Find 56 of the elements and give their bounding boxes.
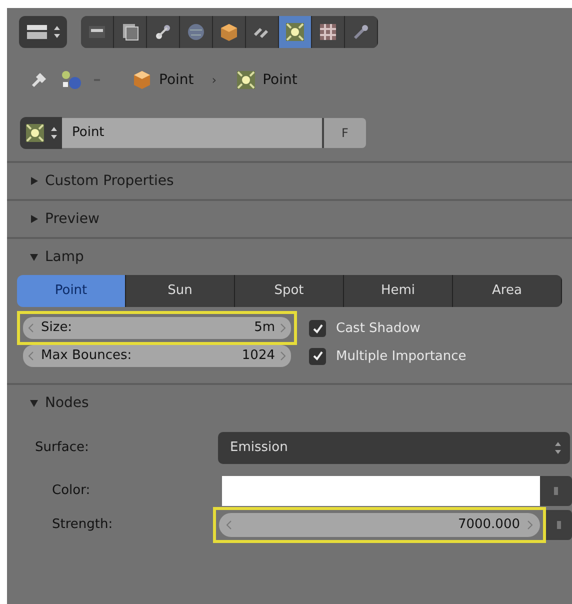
lamp-type-tab[interactable]: Point xyxy=(17,275,126,307)
socket-icon xyxy=(555,520,563,530)
number-field[interactable]: 7000.000 xyxy=(219,513,540,537)
surface-dropdown[interactable]: Emission xyxy=(218,432,570,464)
lamp-type-tab[interactable]: Spot xyxy=(235,275,344,307)
tab-button[interactable] xyxy=(114,16,147,48)
checkmark-icon xyxy=(312,322,324,335)
checkbox-label: Multiple Importance xyxy=(336,348,466,366)
tab-button[interactable] xyxy=(213,16,246,48)
tab-button[interactable] xyxy=(147,16,180,48)
number-field[interactable]: Max Bounces: 1024 xyxy=(23,345,291,367)
checkbox-row[interactable]: Cast Shadow xyxy=(309,319,466,338)
panel-title[interactable]: Preview xyxy=(45,208,100,230)
socket-button[interactable] xyxy=(540,476,572,506)
socket-button[interactable] xyxy=(546,510,572,540)
checkbox[interactable] xyxy=(309,320,326,338)
checkbox-row[interactable]: Multiple Importance xyxy=(309,346,466,366)
datablock-browse-button[interactable] xyxy=(20,117,62,149)
checkbox[interactable] xyxy=(309,348,326,365)
lamp-icon xyxy=(284,20,306,42)
panel-title[interactable]: Custom Properties xyxy=(45,170,174,192)
field-value: 7000.000 xyxy=(456,516,520,534)
lamp-icon xyxy=(24,122,46,144)
field-label: Color: xyxy=(52,482,92,500)
cube-icon xyxy=(131,69,153,91)
lamp-type-tab[interactable]: Sun xyxy=(126,275,235,307)
lamp-type-tab[interactable]: Area xyxy=(453,275,562,307)
field-label: Strength: xyxy=(52,516,114,534)
tab-button[interactable] xyxy=(180,16,213,48)
socket-icon xyxy=(552,486,560,496)
editor-type-button[interactable] xyxy=(19,16,67,48)
field-value: 5m xyxy=(254,319,275,338)
panel-title[interactable]: Nodes xyxy=(45,392,89,414)
lamp-icon xyxy=(234,69,257,91)
panel-title[interactable]: Lamp xyxy=(45,246,84,268)
breadcrumb-separator: › xyxy=(212,72,217,89)
updown-arrows-icon xyxy=(554,441,562,455)
dropdown-value: Emission xyxy=(230,439,289,458)
object-name[interactable]: Point xyxy=(159,70,194,90)
lamp-data-name[interactable]: Point xyxy=(262,70,298,90)
tab-button[interactable] xyxy=(246,16,279,48)
field-label: Size: xyxy=(41,319,74,338)
tab-button[interactable] xyxy=(345,16,378,48)
tab-button[interactable] xyxy=(81,16,114,48)
number-field[interactable]: Size: 5m xyxy=(23,317,291,339)
checkmark-icon xyxy=(312,350,324,362)
name-field[interactable]: Point xyxy=(62,118,324,148)
checkbox-label: Cast Shadow xyxy=(336,320,420,338)
tab-button[interactable] xyxy=(279,16,312,48)
color-swatch[interactable] xyxy=(222,476,540,506)
field-label: Surface: xyxy=(35,439,90,458)
fake-user-button[interactable]: F xyxy=(324,118,366,148)
field-value: 1024 xyxy=(242,347,275,366)
tab-button[interactable] xyxy=(312,16,345,48)
field-label: Max Bounces: xyxy=(41,347,133,366)
lamp-type-tab[interactable]: Hemi xyxy=(344,275,453,307)
